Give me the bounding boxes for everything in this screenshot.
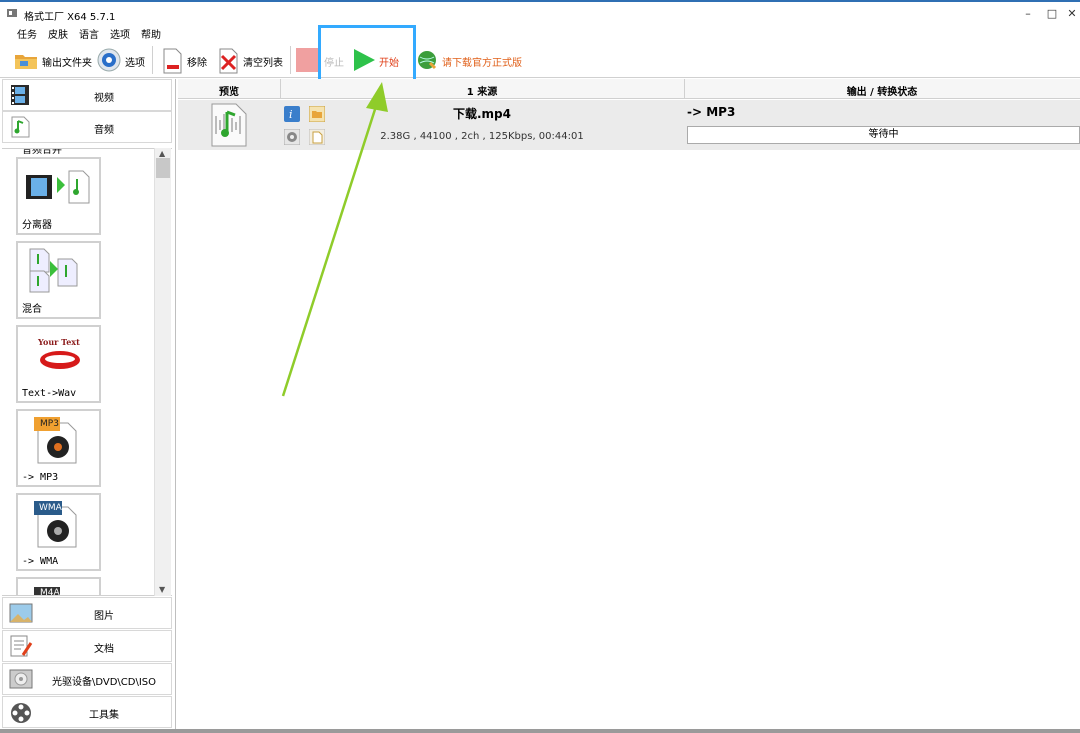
tile-mix-label: 混合 [22, 304, 42, 315]
maximize-button[interactable]: □ [1042, 6, 1062, 22]
globe-download-icon [416, 48, 438, 75]
window-bottom-edge [0, 729, 1080, 733]
partial-tool-label: 音频合并 [22, 148, 62, 156]
output-folder-label: 输出文件夹 [42, 58, 92, 69]
category-audio-label: 音频 [94, 125, 114, 136]
mp3-badge: MP3 [40, 419, 59, 429]
your-text-logo: Your Text [37, 337, 80, 347]
remove-document-icon [162, 48, 184, 77]
clear-list-label: 清空列表 [243, 58, 283, 69]
tile-text-to-wav[interactable]: Your Text Text->Wav [16, 325, 101, 403]
audio-mix-icon [28, 247, 88, 296]
options-label: 选项 [125, 58, 145, 69]
tool-panel-scrollbar[interactable]: ▲ ▼ [154, 148, 171, 596]
category-document[interactable]: 文档 [2, 630, 172, 662]
app-icon [6, 7, 18, 19]
category-tools-label: 工具集 [89, 710, 119, 721]
tile-mix[interactable]: 混合 [16, 241, 101, 319]
column-output-status[interactable]: 输出 / 转换状态 [684, 83, 1080, 98]
wma-badge: WMA [39, 503, 62, 513]
category-image[interactable]: 图片 [2, 597, 172, 629]
tile-to-mp3-label: -> MP3 [22, 472, 59, 483]
category-audio[interactable]: 音频 [2, 111, 172, 143]
clear-list-icon [218, 48, 240, 77]
menu-help[interactable]: 帮助 [141, 26, 161, 41]
output-format: -> MP3 [687, 105, 736, 119]
category-rom-device-label: 光驱设备\DVD\CD\ISO [51, 677, 157, 688]
tile-to-m4a[interactable]: M4A [16, 577, 101, 596]
category-tools[interactable]: 工具集 [2, 696, 172, 728]
toolbar: 输出文件夹 选项 移除 清空列表 停止 开始 请下载官方正式版 [0, 25, 1080, 83]
conversion-status: 等待中 [687, 126, 1080, 144]
column-preview[interactable]: 预览 [178, 83, 280, 98]
window-title: 格式工厂 X64 5.7.1 [24, 12, 116, 23]
tile-to-wma-label: -> WMA [22, 556, 59, 567]
scroll-up-arrow-icon[interactable]: ▲ [159, 149, 165, 158]
folder-icon [14, 50, 38, 73]
tile-to-mp3[interactable]: MP3 -> MP3 [16, 409, 101, 487]
category-video-label: 视频 [94, 93, 114, 104]
category-video[interactable]: 视频 [2, 79, 172, 111]
download-label: 请下载官方正式版 [442, 58, 522, 69]
category-document-label: 文档 [94, 644, 114, 655]
menu-options[interactable]: 选项 [110, 26, 130, 41]
menu-skin[interactable]: 皮肤 [48, 26, 68, 41]
title-bar: 格式工厂 X64 5.7.1 – □ ✕ [0, 2, 1080, 24]
close-button[interactable]: ✕ [1062, 6, 1080, 22]
mouth-text-icon: Your Text [32, 333, 88, 376]
toolbar-separator [152, 46, 153, 74]
tile-splitter[interactable]: 分离器 [16, 157, 101, 235]
audio-tool-panel: 音频合并 分离器 混合 Your Text Text->Wav MP3 -> M… [2, 148, 172, 596]
tile-splitter-label: 分离器 [22, 220, 52, 231]
output-folder-button[interactable]: 输出文件夹 [12, 46, 92, 74]
category-rom-device[interactable]: 光驱设备\DVD\CD\ISO [2, 663, 172, 695]
format-factory-window: 格式工厂 X64 5.7.1 – □ ✕ 任务 皮肤 语言 选项 帮助 输出文件… [0, 0, 1080, 733]
audio-file-preview-icon [208, 102, 250, 151]
remove-button[interactable]: 移除 [160, 46, 210, 74]
remove-label: 移除 [187, 58, 207, 69]
options-button[interactable]: 选项 [96, 46, 148, 74]
scroll-down-arrow-icon[interactable]: ▼ [159, 585, 165, 594]
tile-text-to-wav-label: Text->Wav [22, 388, 77, 399]
annotation-arrow [281, 82, 388, 397]
stop-icon [296, 48, 318, 72]
tile-to-wma[interactable]: WMA -> WMA [16, 493, 101, 571]
scrollbar-thumb[interactable] [156, 158, 170, 178]
menu-task[interactable]: 任务 [17, 26, 37, 41]
menu-language[interactable]: 语言 [79, 26, 99, 41]
minimize-button[interactable]: – [1018, 6, 1038, 22]
download-official-link[interactable]: 请下载官方正式版 [416, 48, 526, 72]
category-sidebar: 视频 音频 音频合并 分离器 混合 Your Text Text->Wav MP… [0, 79, 176, 729]
category-image-label: 图片 [94, 611, 114, 622]
film-audio-split-icon [24, 165, 94, 208]
m4a-badge: M4A [40, 588, 60, 596]
menu-bar: 任务 皮肤 语言 选项 帮助 [0, 24, 1080, 42]
options-gear-icon [97, 48, 121, 75]
